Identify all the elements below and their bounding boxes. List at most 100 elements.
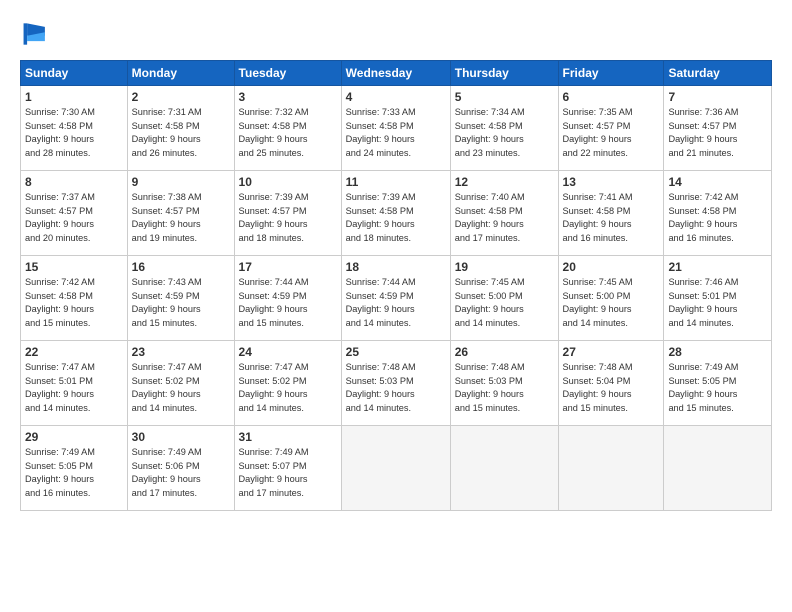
day-number: 2 bbox=[132, 89, 230, 105]
day-info: Sunrise: 7:36 AMSunset: 4:57 PMDaylight:… bbox=[668, 107, 738, 158]
calendar-cell: 14 Sunrise: 7:42 AMSunset: 4:58 PMDayligh… bbox=[664, 171, 772, 256]
day-info: Sunrise: 7:43 AMSunset: 4:59 PMDaylight:… bbox=[132, 277, 202, 328]
day-info: Sunrise: 7:47 AMSunset: 5:02 PMDaylight:… bbox=[132, 362, 202, 413]
day-number: 19 bbox=[455, 259, 554, 275]
day-info: Sunrise: 7:33 AMSunset: 4:58 PMDaylight:… bbox=[346, 107, 416, 158]
calendar-cell: 27Sunrise: 7:48 AMSunset: 5:04 PMDayligh… bbox=[558, 341, 664, 426]
calendar-cell: 6 Sunrise: 7:35 AMSunset: 4:57 PMDaylight… bbox=[558, 86, 664, 171]
day-number: 6 bbox=[563, 89, 660, 105]
dow-header: Thursday bbox=[450, 61, 558, 86]
day-number: 30 bbox=[132, 429, 230, 445]
day-number: 12 bbox=[455, 174, 554, 190]
day-number: 20 bbox=[563, 259, 660, 275]
day-number: 17 bbox=[239, 259, 337, 275]
calendar-cell: 15 Sunrise: 7:42 AMSunset: 4:58 PMDayligh… bbox=[21, 256, 128, 341]
dow-header: Tuesday bbox=[234, 61, 341, 86]
calendar-cell bbox=[450, 426, 558, 511]
day-info: Sunrise: 7:44 AMSunset: 4:59 PMDaylight:… bbox=[346, 277, 416, 328]
day-info: Sunrise: 7:45 AMSunset: 5:00 PMDaylight:… bbox=[563, 277, 633, 328]
day-info: Sunrise: 7:37 AMSunset: 4:57 PMDaylight:… bbox=[25, 192, 95, 243]
day-number: 13 bbox=[563, 174, 660, 190]
page: SundayMondayTuesdayWednesdayThursdayFrid… bbox=[0, 0, 792, 612]
calendar-cell: 13 Sunrise: 7:41 AMSunset: 4:58 PMDayligh… bbox=[558, 171, 664, 256]
calendar-cell: 4 Sunrise: 7:33 AMSunset: 4:58 PMDaylight… bbox=[341, 86, 450, 171]
day-number: 29 bbox=[25, 429, 123, 445]
day-info: Sunrise: 7:34 AMSunset: 4:58 PMDaylight:… bbox=[455, 107, 525, 158]
calendar-cell: 11 Sunrise: 7:39 AMSunset: 4:58 PMDayligh… bbox=[341, 171, 450, 256]
day-number: 31 bbox=[239, 429, 337, 445]
day-number: 14 bbox=[668, 174, 767, 190]
day-info: Sunrise: 7:30 AMSunset: 4:58 PMDaylight:… bbox=[25, 107, 95, 158]
days-of-week-row: SundayMondayTuesdayWednesdayThursdayFrid… bbox=[21, 61, 772, 86]
calendar-cell: 10 Sunrise: 7:39 AMSunset: 4:57 PMDayligh… bbox=[234, 171, 341, 256]
day-number: 23 bbox=[132, 344, 230, 360]
day-info: Sunrise: 7:48 AMSunset: 5:03 PMDaylight:… bbox=[455, 362, 525, 413]
day-number: 26 bbox=[455, 344, 554, 360]
calendar-cell: 30 Sunrise: 7:49 AMSunset: 5:06 PMDayligh… bbox=[127, 426, 234, 511]
day-number: 24 bbox=[239, 344, 337, 360]
day-number: 3 bbox=[239, 89, 337, 105]
header bbox=[20, 18, 772, 50]
calendar-cell bbox=[341, 426, 450, 511]
dow-header: Saturday bbox=[664, 61, 772, 86]
day-info: Sunrise: 7:38 AMSunset: 4:57 PMDaylight:… bbox=[132, 192, 202, 243]
logo-icon bbox=[20, 18, 52, 50]
calendar-cell: 28Sunrise: 7:49 AMSunset: 5:05 PMDayligh… bbox=[664, 341, 772, 426]
calendar-cell: 7 Sunrise: 7:36 AMSunset: 4:57 PMDaylight… bbox=[664, 86, 772, 171]
dow-header: Friday bbox=[558, 61, 664, 86]
dow-header: Wednesday bbox=[341, 61, 450, 86]
calendar-cell: 8 Sunrise: 7:37 AMSunset: 4:57 PMDaylight… bbox=[21, 171, 128, 256]
day-info: Sunrise: 7:45 AMSunset: 5:00 PMDaylight:… bbox=[455, 277, 525, 328]
day-number: 15 bbox=[25, 259, 123, 275]
calendar-cell: 12 Sunrise: 7:40 AMSunset: 4:58 PMDayligh… bbox=[450, 171, 558, 256]
day-number: 18 bbox=[346, 259, 446, 275]
day-info: Sunrise: 7:39 AMSunset: 4:58 PMDaylight:… bbox=[346, 192, 416, 243]
calendar-week-row: 22 Sunrise: 7:47 AMSunset: 5:01 PMDayligh… bbox=[21, 341, 772, 426]
calendar-cell: 23 Sunrise: 7:47 AMSunset: 5:02 PMDayligh… bbox=[127, 341, 234, 426]
day-number: 22 bbox=[25, 344, 123, 360]
calendar-cell: 17 Sunrise: 7:44 AMSunset: 4:59 PMDayligh… bbox=[234, 256, 341, 341]
calendar-cell: 22 Sunrise: 7:47 AMSunset: 5:01 PMDayligh… bbox=[21, 341, 128, 426]
calendar-cell: 29 Sunrise: 7:49 AMSunset: 5:05 PMDayligh… bbox=[21, 426, 128, 511]
calendar-week-row: 29 Sunrise: 7:49 AMSunset: 5:05 PMDayligh… bbox=[21, 426, 772, 511]
calendar-cell bbox=[664, 426, 772, 511]
day-number: 16 bbox=[132, 259, 230, 275]
calendar-cell: 31 Sunrise: 7:49 AMSunset: 5:07 PMDayligh… bbox=[234, 426, 341, 511]
calendar-body: 1Sunrise: 7:30 AMSunset: 4:58 PMDaylight… bbox=[21, 86, 772, 511]
day-number: 11 bbox=[346, 174, 446, 190]
calendar: SundayMondayTuesdayWednesdayThursdayFrid… bbox=[20, 60, 772, 511]
day-number: 9 bbox=[132, 174, 230, 190]
day-number: 25 bbox=[346, 344, 446, 360]
day-number: 28 bbox=[668, 344, 767, 360]
day-info: Sunrise: 7:47 AMSunset: 5:01 PMDaylight:… bbox=[25, 362, 95, 413]
calendar-cell: 18 Sunrise: 7:44 AMSunset: 4:59 PMDayligh… bbox=[341, 256, 450, 341]
day-number: 27 bbox=[563, 344, 660, 360]
day-info: Sunrise: 7:44 AMSunset: 4:59 PMDaylight:… bbox=[239, 277, 309, 328]
calendar-cell: 20 Sunrise: 7:45 AMSunset: 5:00 PMDayligh… bbox=[558, 256, 664, 341]
day-info: Sunrise: 7:49 AMSunset: 5:05 PMDaylight:… bbox=[25, 447, 95, 498]
day-info: Sunrise: 7:42 AMSunset: 4:58 PMDaylight:… bbox=[25, 277, 95, 328]
dow-header: Sunday bbox=[21, 61, 128, 86]
day-info: Sunrise: 7:49 AMSunset: 5:07 PMDaylight:… bbox=[239, 447, 309, 498]
calendar-cell: 21Sunrise: 7:46 AMSunset: 5:01 PMDayligh… bbox=[664, 256, 772, 341]
logo bbox=[20, 18, 58, 50]
dow-header: Monday bbox=[127, 61, 234, 86]
day-number: 8 bbox=[25, 174, 123, 190]
day-info: Sunrise: 7:42 AMSunset: 4:58 PMDaylight:… bbox=[668, 192, 738, 243]
day-number: 10 bbox=[239, 174, 337, 190]
calendar-cell: 9 Sunrise: 7:38 AMSunset: 4:57 PMDaylight… bbox=[127, 171, 234, 256]
day-info: Sunrise: 7:35 AMSunset: 4:57 PMDaylight:… bbox=[563, 107, 633, 158]
day-number: 7 bbox=[668, 89, 767, 105]
day-info: Sunrise: 7:39 AMSunset: 4:57 PMDaylight:… bbox=[239, 192, 309, 243]
calendar-cell bbox=[558, 426, 664, 511]
day-number: 21 bbox=[668, 259, 767, 275]
calendar-cell: 24 Sunrise: 7:47 AMSunset: 5:02 PMDayligh… bbox=[234, 341, 341, 426]
calendar-cell: 19 Sunrise: 7:45 AMSunset: 5:00 PMDayligh… bbox=[450, 256, 558, 341]
day-info: Sunrise: 7:31 AMSunset: 4:58 PMDaylight:… bbox=[132, 107, 202, 158]
day-info: Sunrise: 7:41 AMSunset: 4:58 PMDaylight:… bbox=[563, 192, 633, 243]
day-number: 4 bbox=[346, 89, 446, 105]
calendar-cell: 3Sunrise: 7:32 AMSunset: 4:58 PMDaylight… bbox=[234, 86, 341, 171]
day-info: Sunrise: 7:49 AMSunset: 5:06 PMDaylight:… bbox=[132, 447, 202, 498]
day-info: Sunrise: 7:47 AMSunset: 5:02 PMDaylight:… bbox=[239, 362, 309, 413]
day-info: Sunrise: 7:40 AMSunset: 4:58 PMDaylight:… bbox=[455, 192, 525, 243]
